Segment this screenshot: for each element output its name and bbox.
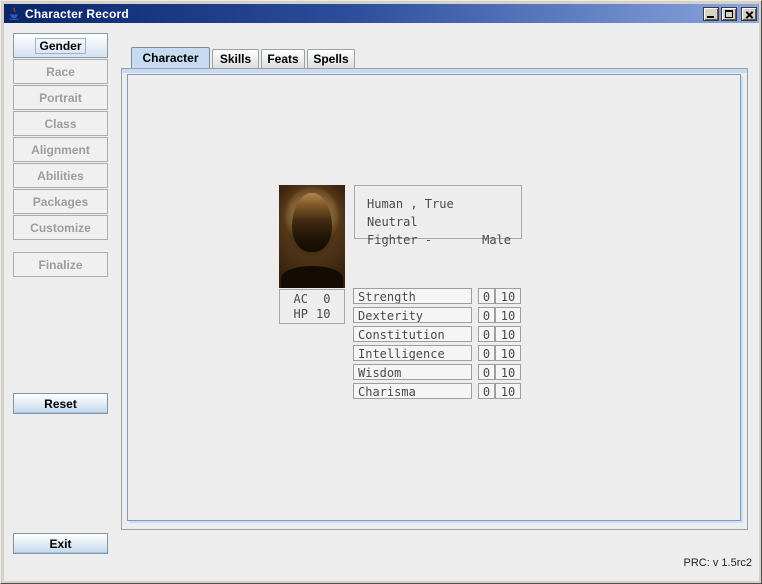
ability-name-wisdom: Wisdom [353,364,472,380]
ability-score-constitution: 10 [495,326,521,342]
tab-feats[interactable]: Feats [261,49,305,68]
portrait-head [292,193,332,252]
ability-score-wisdom: 10 [495,364,521,380]
tab-character[interactable]: Character [131,47,210,68]
tab-spells[interactable]: Spells [307,49,355,68]
ability-score-intelligence: 10 [495,345,521,361]
ability-score-dexterity: 10 [495,307,521,323]
tab-highlight-strip [122,69,747,73]
sidebar-button-portrait: Portrait [13,85,108,110]
java-icon [7,7,21,21]
minimize-button[interactable] [703,7,719,21]
ability-mod-strength: 0 [478,288,495,304]
ability-mod-wisdom: 0 [478,364,495,380]
sidebar-button-race: Race [13,59,108,84]
ability-mod-constitution: 0 [478,326,495,342]
ability-name-constitution: Constitution [353,326,472,342]
sidebar-button-abilities: Abilities [13,163,108,188]
ac-label: AC [294,292,308,307]
maximize-button[interactable] [721,7,737,21]
titlebar[interactable]: Character Record [4,4,759,23]
ability-name-charisma: Charisma [353,383,472,399]
sidebar-button-customize: Customize [13,215,108,240]
sidebar-button-gender-label: Gender [35,38,85,54]
character-record-window: Character Record Gender Race Portrait Cl… [0,0,762,584]
window-title: Character Record [25,7,701,21]
ability-name-dexterity: Dexterity [353,307,472,323]
ac-value: 0 [316,292,330,307]
finalize-button: Finalize [13,252,108,277]
sidebar-button-packages: Packages [13,189,108,214]
maximize-icon [725,10,733,18]
hp-label: HP [294,307,308,322]
ability-score-charisma: 10 [495,383,521,399]
exit-button[interactable]: Exit [13,533,108,554]
ability-mod-charisma: 0 [478,383,495,399]
hp-value: 10 [316,307,330,322]
ability-score-strength: 10 [495,288,521,304]
ability-mod-intelligence: 0 [478,345,495,361]
sidebar-button-class: Class [13,111,108,136]
summary-race-alignment: Human , True Neutral [367,195,511,231]
minimize-icon [707,16,714,18]
ability-name-intelligence: Intelligence [353,345,472,361]
ac-line: AC 0 [294,292,331,307]
summary-gender: Male [482,231,511,249]
ac-hp-box: AC 0 HP 10 [279,289,345,324]
sidebar-button-alignment: Alignment [13,137,108,162]
hp-line: HP 10 [294,307,331,322]
close-button[interactable] [741,7,757,21]
character-summary-box: Human , True Neutral Fighter - Male [354,185,522,239]
sidebar-button-gender[interactable]: Gender [13,33,108,58]
ability-mod-dexterity: 0 [478,307,495,323]
ability-name-strength: Strength [353,288,472,304]
summary-class-gender: Fighter - Male [367,231,511,249]
portrait-image [279,185,345,288]
tab-skills[interactable]: Skills [212,49,259,68]
version-label: PRC: v 1.5rc2 [684,557,752,569]
portrait-shoulders [281,266,343,288]
reset-button[interactable]: Reset [13,393,108,414]
summary-class: Fighter - [367,231,432,249]
